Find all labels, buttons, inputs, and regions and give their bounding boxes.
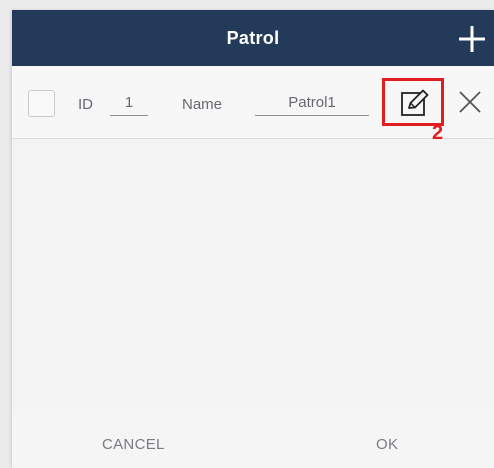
plus-icon	[459, 26, 485, 52]
name-label: Name	[182, 96, 223, 113]
dialog-footer: CANCEL OK	[12, 422, 494, 468]
dialog-header: Patrol	[12, 10, 494, 66]
edit-icon	[401, 89, 429, 116]
cancel-button[interactable]: CANCEL	[102, 436, 165, 453]
id-label: ID	[78, 96, 93, 113]
add-patrol-button[interactable]	[452, 16, 492, 60]
patrol-list-area	[12, 139, 494, 409]
close-icon	[459, 91, 481, 113]
patrol-dialog: Patrol ID 1 Name Patrol1 2 CANCEL OK	[12, 10, 494, 468]
row-select-checkbox[interactable]	[28, 90, 55, 117]
delete-row-button[interactable]	[456, 88, 484, 116]
edit-button[interactable]	[382, 78, 444, 126]
patrol-row: ID 1 Name Patrol1	[12, 66, 494, 139]
ok-button[interactable]: OK	[376, 436, 398, 453]
id-field[interactable]: 1	[110, 88, 148, 116]
name-field[interactable]: Patrol1	[255, 88, 369, 116]
dialog-title: Patrol	[226, 28, 280, 48]
